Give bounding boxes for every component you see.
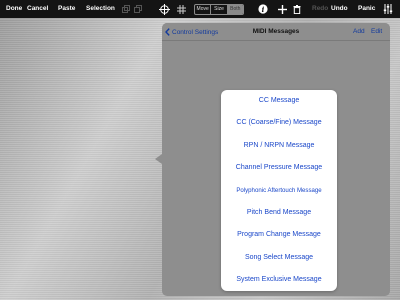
selection-button[interactable]: Selection [86, 0, 115, 18]
snap-target-icon[interactable] [158, 0, 170, 18]
popover-arrow [155, 154, 162, 164]
paste-button[interactable]: Paste [58, 0, 75, 18]
segment-move[interactable]: Move [195, 5, 212, 14]
move-size-segmented-control: Move Size Both [194, 4, 244, 15]
trash-icon[interactable] [292, 0, 301, 18]
info-icon[interactable]: i [257, 0, 268, 18]
midi-message-type-menu: CC Message CC (Coarse/Fine) Message RPN … [221, 90, 337, 291]
redo-button[interactable]: Redo [312, 0, 328, 18]
back-button-label: Control Settings [172, 28, 219, 36]
segment-size[interactable]: Size [211, 5, 228, 14]
menu-item-cc-coarse-fine-message[interactable]: CC (Coarse/Fine) Message [221, 112, 337, 134]
back-button[interactable]: Control Settings [165, 23, 218, 41]
svg-text:i: i [261, 5, 264, 14]
done-button[interactable]: Done [6, 0, 22, 18]
menu-item-pitch-bend-message[interactable]: Pitch Bend Message [221, 202, 337, 224]
menu-item-rpn-nrpn-message[interactable]: RPN / NRPN Message [221, 135, 337, 157]
cancel-button[interactable]: Cancel [27, 0, 48, 18]
chevron-left-icon [165, 28, 170, 36]
bring-forward-icon[interactable] [121, 0, 130, 18]
menu-item-polyphonic-aftertouch-message[interactable]: Polyphonic Aftertouch Message [221, 180, 337, 202]
grid-icon[interactable] [176, 0, 186, 18]
send-backward-icon[interactable] [133, 0, 142, 18]
top-toolbar: Done Cancel Paste Selection Move Size Bo… [0, 0, 400, 18]
add-button[interactable]: Add [353, 23, 365, 41]
menu-item-cc-message[interactable]: CC Message [221, 90, 337, 112]
mixer-settings-icon[interactable] [383, 0, 393, 18]
menu-item-song-select-message[interactable]: Song Select Message [221, 247, 337, 269]
panic-button[interactable]: Panic [358, 0, 375, 18]
menu-item-channel-pressure-message[interactable]: Channel Pressure Message [221, 157, 337, 179]
add-icon[interactable] [277, 0, 287, 18]
popover-header: MIDI Messages Control Settings Add Edit [162, 23, 390, 41]
menu-item-program-change-message[interactable]: Program Change Message [221, 224, 337, 246]
segment-both[interactable]: Both [227, 5, 243, 14]
edit-button[interactable]: Edit [371, 23, 382, 41]
menu-item-system-exclusive-message[interactable]: System Exclusive Message [221, 269, 337, 291]
undo-button[interactable]: Undo [331, 0, 348, 18]
